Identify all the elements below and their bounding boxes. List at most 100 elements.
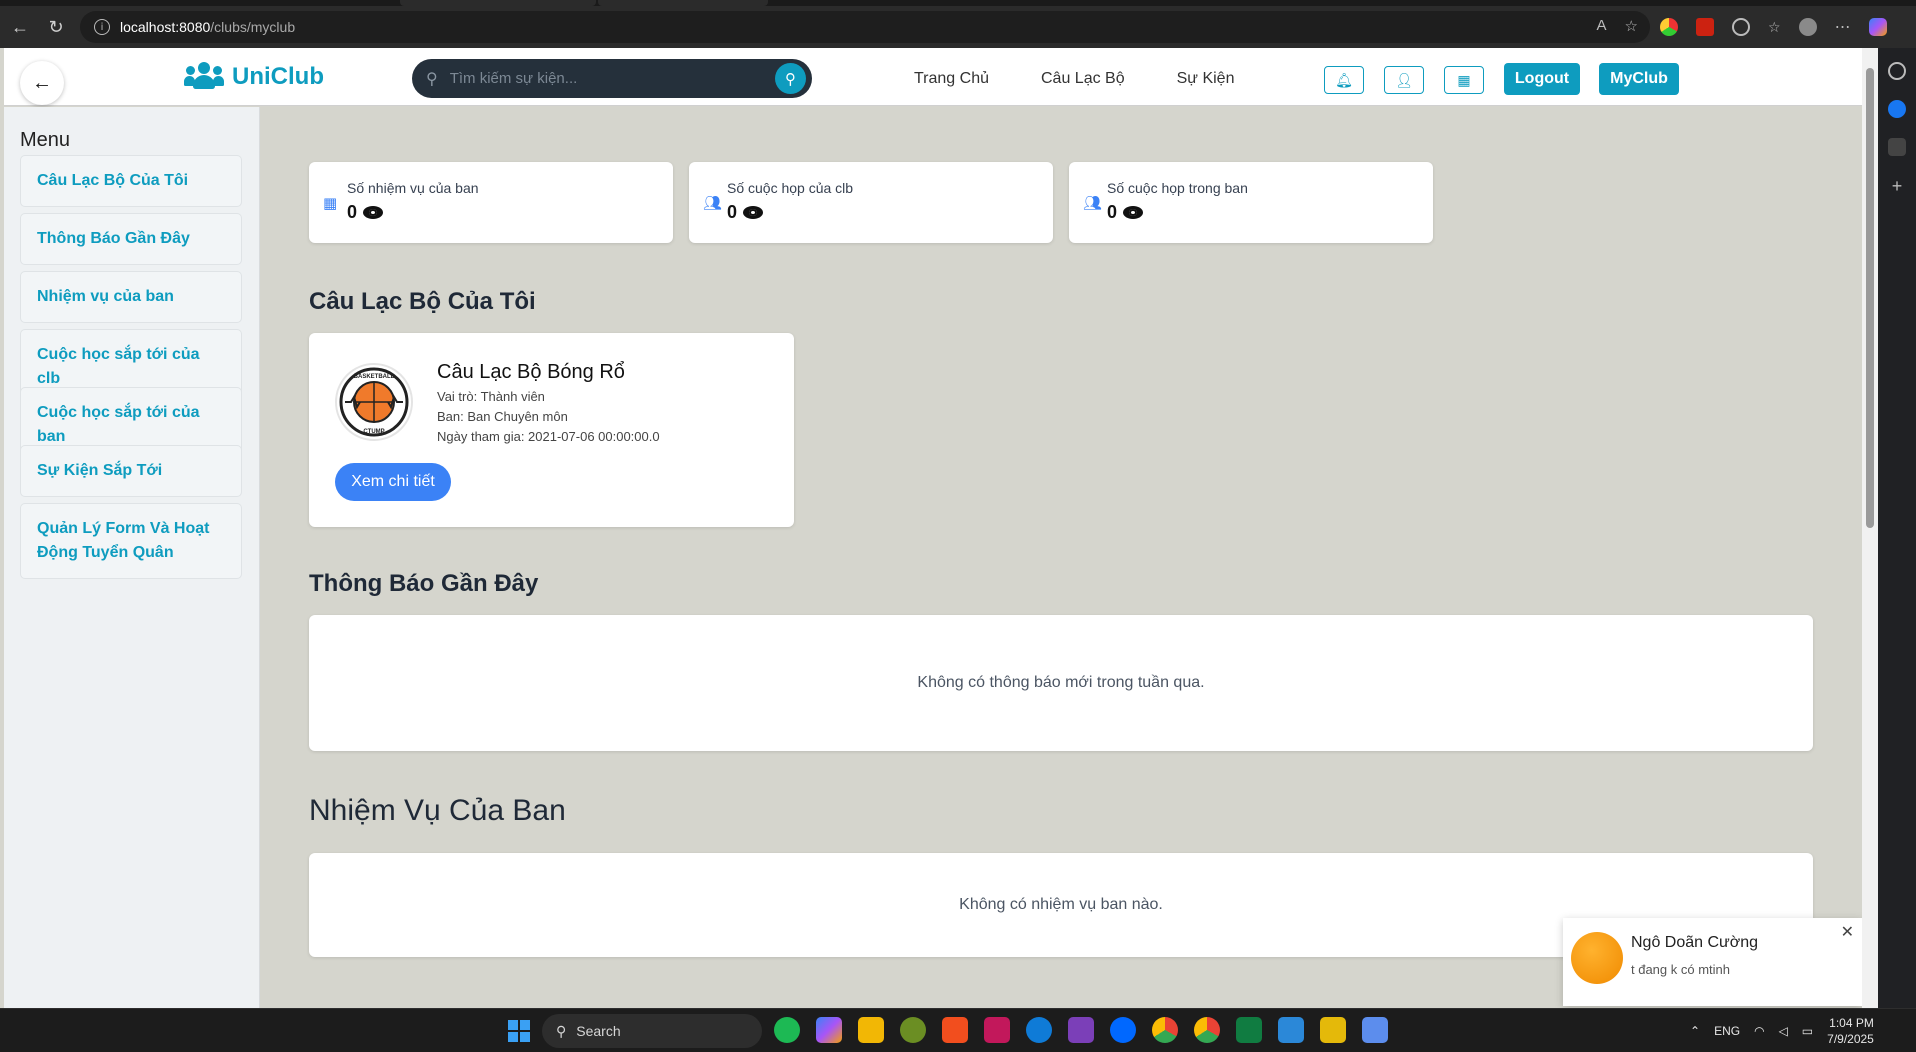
page-scrollbar[interactable] [1862,48,1878,1008]
sidebar-item-my-clubs[interactable]: Câu Lạc Bộ Của Tôi [20,155,242,207]
chatgpt-icon[interactable] [1888,138,1906,156]
back-button[interactable]: ← [20,61,64,105]
search-submit-button[interactable]: ⚲ [775,63,806,94]
stat-value: 0 [1107,202,1118,222]
browser-menu-icon[interactable]: ⋯ [1835,17,1851,37]
favorites-icon[interactable]: ☆ [1768,19,1781,36]
brand[interactable]: UniClub [184,62,324,92]
taskbar-search-label: Search [576,1023,621,1039]
ublock-icon[interactable] [1696,18,1714,36]
git-icon[interactable] [984,1017,1010,1043]
chrome-icon[interactable] [1194,1017,1220,1043]
app-icon[interactable] [900,1017,926,1043]
notifications-empty-text: Không có thông báo mới trong tuần qua. [917,674,1205,691]
url-path: /clubs/myclub [210,19,296,35]
taskbar-search[interactable]: ⚲ Search [542,1014,762,1048]
stat-card-club-meetings: 👥︎ Số cuộc họp của clb 0 [689,162,1053,243]
windows-start-icon[interactable] [508,1020,530,1042]
app-icon[interactable] [1362,1017,1388,1043]
club-name: Câu Lạc Bộ Bóng Rổ [437,361,625,383]
eye-icon[interactable] [743,206,764,219]
users-icon: 👥︎ [703,195,723,212]
profile-button[interactable]: 👤︎ [1384,66,1424,94]
chevron-up-icon[interactable]: ⌃ [1690,1024,1700,1038]
search-input[interactable] [449,70,760,87]
sidebar-item-events[interactable]: Sự Kiện Sắp Tới [20,445,242,497]
read-aloud-icon[interactable]: A [1597,17,1607,35]
chat-toast[interactable]: Ngô Doãn Cường t đang k có mtinh ✕ [1563,918,1862,1006]
copilot-icon[interactable] [816,1017,842,1043]
nav-link-events[interactable]: Sự Kiện [1177,70,1235,88]
arrow-left-icon: ← [32,71,52,94]
sidebar: Menu Câu Lạc Bộ Của Tôi Thông Báo Gần Đâ… [4,107,260,1008]
search-icon[interactable] [1888,62,1906,80]
nav-link-home[interactable]: Trang Chủ [914,70,989,88]
eye-icon[interactable] [363,206,384,219]
wifi-icon[interactable]: ◠ [1754,1024,1764,1038]
sidebar-title: Menu [20,129,71,151]
profile-icon[interactable] [1798,18,1817,36]
view-detail-button[interactable]: Xem chi tiết [335,463,451,501]
browser-toolbar: ← ↻ i localhost:8080/clubs/myclub A ☆ ☆ … [0,6,1916,48]
web-page: ← UniClub ⚲ ⚲ Trang Chủ Câu Lạc Bộ Sự Ki… [0,48,1862,1008]
system-tray: ⌃ ENG ◠ ◁ ▭ 1:04 PM 7/9/2025 [1690,1015,1874,1047]
club-logo: BASKETBALL CTUMP [335,363,413,441]
avatar [1571,932,1623,984]
stat-label: Số cuộc họp của clb [727,180,854,196]
file-explorer-icon[interactable] [858,1017,884,1043]
scrollbar-thumb[interactable] [1866,68,1874,528]
spotify-icon[interactable] [774,1017,800,1043]
search-bar: ⚲ ⚲ [412,59,812,98]
add-icon[interactable]: + [1878,176,1916,197]
extension-icon[interactable] [1660,18,1678,36]
stat-label: Số cuộc họp trong ban [1107,180,1248,196]
calendar-icon: ▦ [323,195,338,212]
language-indicator[interactable]: ENG [1714,1024,1740,1038]
battery-icon[interactable]: ▭ [1802,1024,1813,1038]
club-logo-text-bottom: CTUMP [363,429,384,435]
zalo-icon[interactable] [1110,1017,1136,1043]
notifications-button[interactable]: 🔔︎ [1324,66,1364,94]
copilot-icon[interactable] [1868,18,1887,36]
logout-button[interactable]: Logout [1504,63,1580,95]
figma-icon[interactable] [942,1017,968,1043]
calendar-button[interactable]: ▦ [1444,66,1484,94]
club-logo-text-top: BASKETBALL [354,374,395,380]
nav-link-clubs[interactable]: Câu Lạc Bộ [1041,70,1125,88]
users-icon [184,62,224,92]
volume-icon[interactable]: ◁ [1779,1024,1788,1038]
club-joined-date: Ngày tham gia: 2021-07-06 00:00:00.0 [437,429,660,444]
sidebar-item-recruitment[interactable]: Quản Lý Form Và Hoạt Động Tuyển Quân [20,503,242,579]
app-icon[interactable] [1320,1017,1346,1043]
edge-icon[interactable] [1026,1017,1052,1043]
facebook-icon[interactable] [1888,100,1906,118]
extensions-puzzle-icon[interactable] [1732,18,1750,36]
stat-value: 0 [347,202,358,222]
visual-studio-icon[interactable] [1068,1017,1094,1043]
close-icon[interactable]: ✕ [1841,922,1854,942]
browser-reload-icon[interactable]: ↻ [38,9,74,45]
chrome-icon[interactable] [1152,1017,1178,1043]
browser-back-icon[interactable]: ← [2,9,38,45]
sidebar-item-tasks[interactable]: Nhiệm vụ của ban [20,271,242,323]
sidebar-item-notifications[interactable]: Thông Báo Gần Đây [20,213,242,265]
eye-icon[interactable] [1123,206,1144,219]
search-icon: ⚲ [426,70,438,88]
brand-name: UniClub [232,63,324,90]
calendar-icon: ▦ [1457,71,1471,88]
myclub-button[interactable]: MyClub [1599,63,1679,95]
address-bar[interactable]: i localhost:8080/clubs/myclub A ☆ [80,11,1650,43]
clock[interactable]: 1:04 PM 7/9/2025 [1827,1015,1874,1047]
favorite-star-icon[interactable]: ☆ [1625,17,1638,35]
site-info-icon[interactable]: i [94,19,110,35]
clock-date: 7/9/2025 [1827,1032,1874,1046]
club-role: Vai trò: Thành viên [437,389,545,404]
top-navbar: ← UniClub ⚲ ⚲ Trang Chủ Câu Lạc Bộ Sự Ki… [4,48,1862,106]
notepad-icon[interactable] [1278,1017,1304,1043]
clock-time: 1:04 PM [1829,1016,1874,1030]
excel-icon[interactable] [1236,1017,1262,1043]
club-department: Ban: Ban Chuyên môn [437,409,568,424]
stat-label: Số nhiệm vụ của ban [347,180,479,196]
tasks-empty-text: Không có nhiệm vụ ban nào. [959,896,1163,913]
search-icon: ⚲ [556,1022,567,1039]
